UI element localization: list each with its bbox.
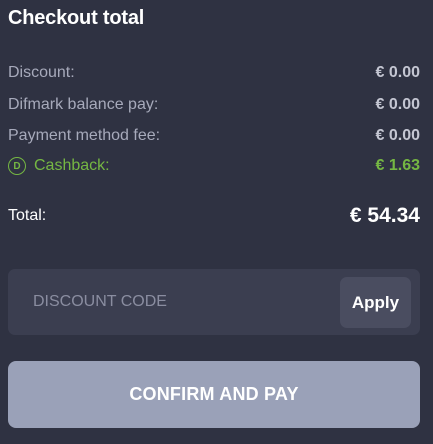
discount-row: Discount: € 0.00 bbox=[8, 64, 420, 82]
total-value: € 54.34 bbox=[349, 204, 420, 227]
discount-label: Discount: bbox=[8, 64, 75, 81]
discount-value: € 0.00 bbox=[375, 64, 420, 81]
cashback-row: D Cashback: € 1.63 bbox=[8, 157, 420, 175]
payment-fee-value: € 0.00 bbox=[375, 127, 420, 144]
total-row: Total: € 54.34 bbox=[8, 204, 420, 228]
confirm-and-pay-button[interactable]: CONFIRM AND PAY bbox=[8, 361, 420, 428]
cashback-label-group: D Cashback: bbox=[8, 157, 110, 175]
balance-pay-row: Difmark balance pay: € 0.00 bbox=[8, 96, 420, 114]
payment-fee-row: Payment method fee: € 0.00 bbox=[8, 127, 420, 145]
balance-pay-label: Difmark balance pay: bbox=[8, 96, 159, 113]
balance-pay-value: € 0.00 bbox=[375, 96, 420, 113]
checkout-title: Checkout total bbox=[8, 7, 145, 29]
apply-discount-button[interactable]: Apply bbox=[340, 277, 411, 328]
checkout-total-panel: Checkout total Discount: € 0.00 Difmark … bbox=[0, 0, 433, 444]
total-label: Total: bbox=[8, 207, 47, 224]
cashback-coin-icon: D bbox=[8, 157, 26, 175]
cashback-value: € 1.63 bbox=[375, 157, 420, 174]
cashback-label: Cashback: bbox=[34, 157, 110, 174]
payment-fee-label: Payment method fee: bbox=[8, 127, 161, 144]
discount-code-input[interactable] bbox=[8, 269, 338, 335]
discount-code-box: Apply bbox=[8, 269, 420, 335]
